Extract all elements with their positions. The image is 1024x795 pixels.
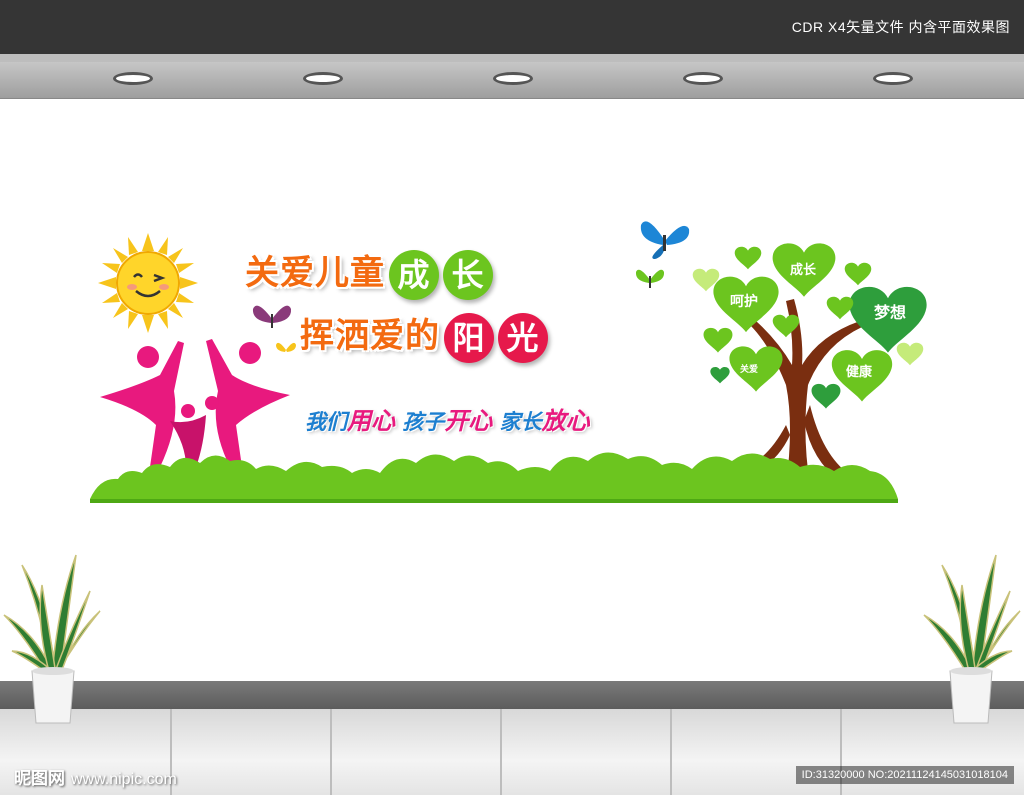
- ceiling-lip: [0, 54, 1024, 62]
- heart-icon: [772, 314, 800, 338]
- title-line-1-text: 关爱儿童: [245, 253, 385, 293]
- heart-icon: [844, 262, 872, 286]
- top-info-bar: CDR X4矢量文件 内含平面效果图: [0, 0, 1024, 54]
- slogan-part-1: 我们: [305, 410, 347, 434]
- heart-label-growth: 成长: [790, 263, 817, 278]
- slogan: 我们用心 孩子开心 家长放心: [305, 401, 590, 436]
- heart-icon: [734, 246, 762, 270]
- butterfly-icon: [276, 342, 296, 352]
- ceiling-light-icon: [493, 72, 533, 85]
- heart-label-health: 健康: [846, 365, 873, 380]
- slogan-part-3: 家长: [499, 410, 542, 434]
- file-info-text: CDR X4矢量文件 内含平面效果图: [791, 19, 1010, 35]
- butterfly-icon: [252, 305, 292, 328]
- baseboard: [0, 681, 1024, 709]
- slogan-highlight-3: 放心: [541, 407, 590, 435]
- sun-icon: [98, 233, 198, 333]
- heart-label-dream: 梦想: [874, 303, 907, 322]
- culture-wall-panel: 关爱儿童成长 挥洒爱的阳光 我们用心 孩子开心 家长放心 成长 呵护 梦想 关爱…: [90, 205, 927, 505]
- heart-label-love: 关爱: [740, 365, 759, 375]
- potted-plant-icon: [3, 554, 101, 724]
- slogan-highlight-1: 用心: [347, 407, 395, 435]
- heart-icon: [710, 366, 730, 384]
- title-line-1: 关爱儿童成长: [245, 245, 493, 300]
- ceiling-light-icon: [683, 72, 723, 85]
- butterfly-icon: [635, 269, 665, 288]
- watermark-url: www.nipic.com: [71, 771, 177, 788]
- slogan-part-2: 孩子: [402, 410, 445, 434]
- title-circle-cheng: 成: [389, 249, 439, 300]
- watermark-brand: 昵图网: [14, 769, 65, 789]
- heart-icon: [811, 383, 841, 409]
- heart-icon: [896, 342, 924, 366]
- ceiling-light-icon: [113, 72, 153, 85]
- image-id-label: ID:31320000 NO:20211124145031018104: [795, 766, 1014, 784]
- title-line-2-text: 挥洒爱的: [300, 316, 440, 356]
- watermark: 昵图网 www.nipic.com: [14, 764, 177, 789]
- ceiling-light-icon: [303, 72, 343, 85]
- potted-plant-icon: [923, 554, 1021, 724]
- grass-base: [90, 452, 898, 503]
- slogan-highlight-2: 开心: [444, 407, 493, 435]
- heart-icon: [826, 296, 854, 320]
- butterfly-icon: [640, 221, 690, 259]
- title-line-2: 挥洒爱的阳光: [300, 308, 548, 363]
- ceiling-light-icon: [873, 72, 913, 85]
- heart-icon: [703, 327, 733, 353]
- title-circle-yang: 阳: [444, 312, 494, 363]
- title-circle-zhang: 长: [443, 249, 493, 300]
- heart-label-care: 呵护: [730, 294, 758, 310]
- title-circle-guang: 光: [498, 312, 548, 363]
